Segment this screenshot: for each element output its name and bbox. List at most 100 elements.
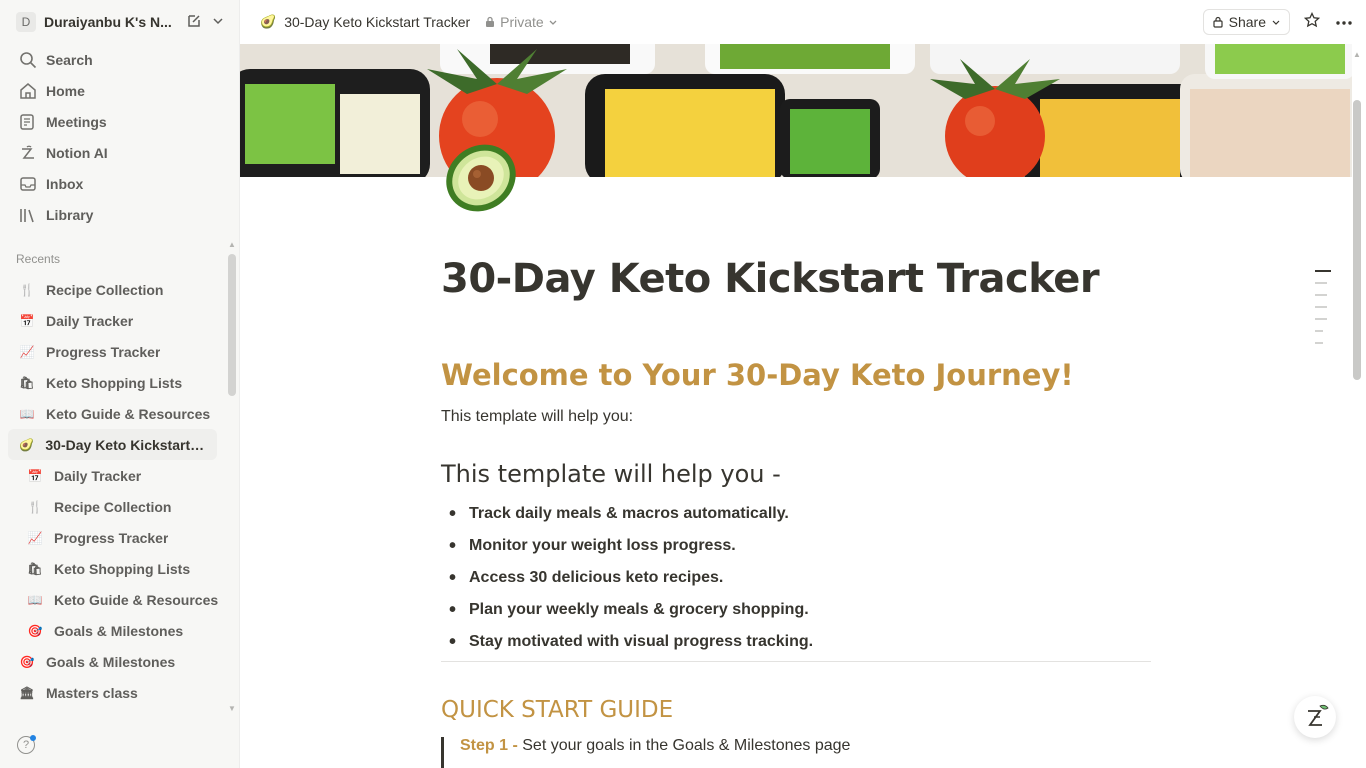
new-page-icon[interactable] [186,13,202,32]
lock-icon [486,16,495,27]
recent-item-label: Keto Guide & Resources [46,405,211,422]
step-label: Step 1 - [460,737,518,754]
chevron-down-icon [549,20,557,25]
recents-list: 🍴 Recipe Collection 📅 Daily Tracker 📈 Pr… [8,274,232,708]
notification-dot [30,735,36,741]
recent-item-masters-class[interactable]: 🏛 Masters class [8,677,232,708]
calendar-icon: 📅 [19,313,35,328]
subpage-item-daily-tracker[interactable]: 📅 Daily Tracker [8,460,232,491]
page-icon-avocado[interactable] [441,140,521,216]
recent-item-label: Keto Shopping Lists [54,560,191,577]
step-quote: Step 1 - Set your goals in the Goals & M… [441,737,850,768]
recent-item-label: Progress Tracker [46,343,161,360]
list-item: Plan your weekly meals & grocery shoppin… [449,594,813,626]
more-options-icon[interactable] [1334,13,1354,31]
list-item: Access 30 delicious keto recipes. [449,562,813,594]
open-book-icon: 📖 [19,406,35,421]
list-item: Stay motivated with visual progress trac… [449,626,813,658]
workspace-switcher[interactable]: D Duraiyanbu K's N... [8,8,232,36]
avocado-icon: 🥑 [19,437,35,452]
subpage-item-goals-milestones[interactable]: 🎯 Goals & Milestones [8,615,232,646]
chevron-down-icon [1272,20,1280,25]
cover-image[interactable] [240,44,1352,177]
notion-ai-icon [18,143,38,163]
recents-label: Recents [16,252,61,266]
nav-item-library[interactable]: Library [8,199,232,230]
search-icon [18,50,38,70]
inbox-icon [18,174,38,194]
nav-item-notion-ai[interactable]: Notion AI [8,137,232,168]
intro-text: This template will help you: [441,408,634,425]
scroll-up-arrow-icon[interactable]: ▲ [1353,50,1361,59]
privacy-selector[interactable]: Private [484,14,558,30]
recent-item-label: Progress Tracker [54,529,169,546]
table-of-contents-indicator[interactable] [1315,270,1331,354]
scroll-up-arrow-icon[interactable]: ▲ [228,240,236,249]
share-button[interactable]: Share [1202,9,1290,35]
list-item: Track daily meals & macros automatically… [449,498,813,530]
nav-item-label: Home [46,82,85,99]
page-title: 30-Day Keto Kickstart Tracker [441,256,1100,302]
chart-up-icon: 📈 [19,344,35,359]
recent-item-recipe-collection[interactable]: 🍴 Recipe Collection [8,274,232,305]
meetings-icon [18,112,38,132]
quick-start-heading: QUICK START GUIDE [441,697,674,723]
nav-item-search[interactable]: Search [8,44,232,75]
privacy-label: Private [500,14,544,30]
nav-item-inbox[interactable]: Inbox [8,168,232,199]
nav-item-label: Library [46,206,94,223]
notion-ai-icon [1308,704,1329,726]
nav-item-label: Notion AI [46,144,108,161]
toc-line [1315,342,1323,344]
recent-item-label: Keto Shopping Lists [46,374,183,391]
sidebar-scrollbar[interactable] [228,254,236,396]
shopping-bags-icon: 🛍 [27,561,43,576]
nav-item-meetings[interactable]: Meetings [8,106,232,137]
open-book-icon: 📖 [27,592,43,607]
chevron-down-icon[interactable] [212,13,224,32]
calendar-icon: 📅 [27,468,43,483]
chart-up-icon: 📈 [27,530,43,545]
welcome-heading: Welcome to Your 30-Day Keto Journey! [441,358,1074,392]
benefits-list: Track daily meals & macros automatically… [449,498,813,658]
list-item: Monitor your weight loss progress. [449,530,813,562]
shopping-bags-icon: 🛍 [19,375,35,390]
recent-item-keto-kickstart[interactable]: 🥑 30-Day Keto Kickstart T... [8,429,217,460]
notion-ai-button[interactable] [1294,696,1336,738]
toc-line [1315,306,1327,308]
toc-line [1315,318,1327,320]
scroll-down-arrow-icon[interactable]: ▼ [228,704,236,713]
step-text: Set your goals in the Goals & Milestones… [517,737,851,754]
help-heading: This template will help you - [441,460,781,488]
fork-knife-icon: 🍴 [19,282,35,297]
recent-item-label: Daily Tracker [46,312,134,329]
recent-item-goals-milestones[interactable]: 🎯 Goals & Milestones [8,646,232,677]
subpage-item-keto-guide[interactable]: 📖 Keto Guide & Resources [8,584,232,615]
recent-item-daily-tracker[interactable]: 📅 Daily Tracker [8,305,232,336]
recent-item-progress-tracker[interactable]: 📈 Progress Tracker [8,336,232,367]
avocado-icon: 🥑 [260,14,277,29]
library-icon [18,205,38,225]
recent-item-label: Keto Guide & Resources [54,591,219,608]
recent-item-keto-shopping-lists[interactable]: 🛍 Keto Shopping Lists [8,367,232,398]
lock-icon [1213,16,1223,28]
recent-item-keto-guide[interactable]: 📖 Keto Guide & Resources [8,398,232,429]
recent-item-label: Goals & Milestones [54,622,184,639]
subpage-item-recipe-collection[interactable]: 🍴 Recipe Collection [8,491,232,522]
toc-line [1315,330,1323,332]
page-scrollbar[interactable] [1353,100,1361,380]
nav-item-label: Inbox [46,175,84,192]
breadcrumb[interactable]: 30-Day Keto Kickstart Tracker [284,14,470,30]
sidebar-nav: Search Home Meetings Notion AI Inbox Lib… [8,44,232,230]
toc-line [1315,270,1331,272]
share-label: Share [1228,14,1266,30]
nav-item-label: Search [46,51,93,68]
subpage-item-progress-tracker[interactable]: 📈 Progress Tracker [8,522,232,553]
subpage-item-keto-shopping-lists[interactable]: 🛍 Keto Shopping Lists [8,553,232,584]
star-icon[interactable] [1302,11,1322,33]
workspace-avatar: D [16,12,36,32]
topbar: 🥑 30-Day Keto Kickstart Tracker Private … [240,0,1366,44]
nav-item-home[interactable]: Home [8,75,232,106]
recent-item-label: Daily Tracker [54,467,142,484]
recent-item-label: Recipe Collection [54,498,172,515]
